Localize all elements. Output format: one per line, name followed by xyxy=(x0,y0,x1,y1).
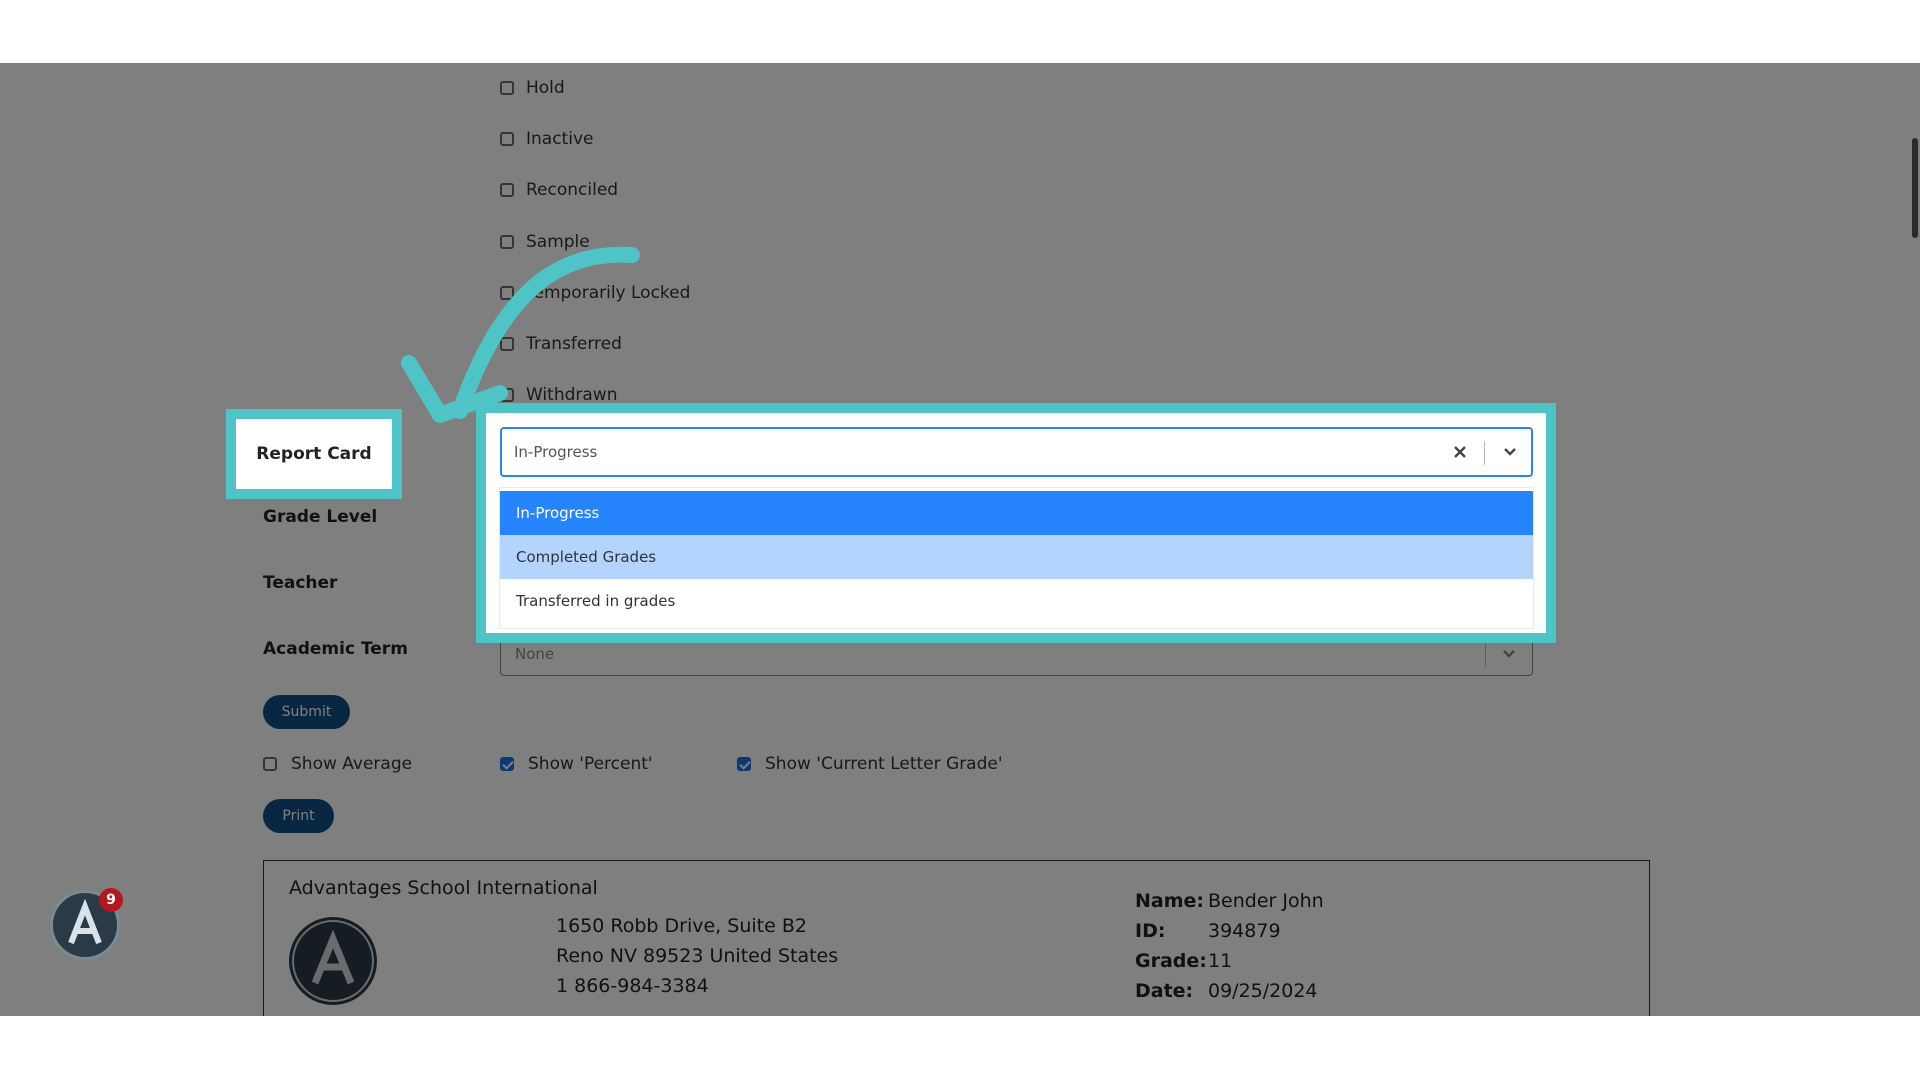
report-card-label: Report Card xyxy=(256,444,372,464)
option-in-progress[interactable]: In-Progress xyxy=(500,491,1533,535)
report-card-select-value[interactable]: In-Progress xyxy=(514,443,597,461)
chevron-down-icon[interactable] xyxy=(1501,443,1519,461)
report-card-select[interactable]: In-Progress xyxy=(500,427,1533,477)
scrollbar-thumb[interactable] xyxy=(1912,138,1918,238)
curved-arrow-icon xyxy=(401,246,640,423)
report-card-label-highlight: Report Card xyxy=(226,409,402,499)
option-transferred-in-grades[interactable]: Transferred in grades xyxy=(500,579,1533,623)
select-divider xyxy=(1484,441,1485,465)
report-card-dropdown-highlight: In-Progress In-Progress Completed Grades… xyxy=(476,403,1556,643)
option-completed-grades[interactable]: Completed Grades xyxy=(500,535,1533,579)
report-card-options-menu: In-Progress Completed Grades Transferred… xyxy=(500,488,1533,628)
notification-badge: 9 xyxy=(99,888,123,912)
clear-icon[interactable] xyxy=(1451,443,1469,461)
page-viewport: Hold Inactive Reconciled Sample Temporar… xyxy=(0,63,1920,1016)
